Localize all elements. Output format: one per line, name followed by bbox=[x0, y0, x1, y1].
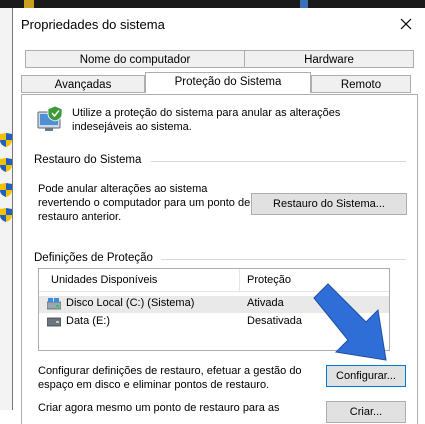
background-accent bbox=[300, 0, 308, 8]
background-taskbar-strip bbox=[0, 0, 425, 8]
section-divider bbox=[151, 161, 406, 162]
tab-label: Avançadas bbox=[54, 79, 112, 91]
tab-label: Hardware bbox=[304, 54, 354, 66]
tab-label: Remoto bbox=[340, 79, 382, 91]
tab-hardware[interactable]: Hardware bbox=[244, 50, 414, 68]
drive-name: Disco Local (C:) (Sistema) bbox=[66, 297, 195, 309]
window-title: Propriedades do sistema bbox=[21, 17, 165, 32]
tab-system-protection[interactable]: Proteção do Sistema bbox=[145, 72, 311, 93]
configure-text-line1: Configurar definições de restauro, efetu… bbox=[38, 365, 302, 377]
background-accent bbox=[24, 0, 34, 8]
tab-remote[interactable]: Remoto bbox=[311, 75, 411, 93]
configure-text-line2: espaço em disco e eliminar pontos de res… bbox=[38, 379, 270, 391]
uac-shield-icon bbox=[0, 183, 12, 197]
column-header-protection[interactable]: Proteção bbox=[247, 274, 291, 286]
blue-arrow-icon bbox=[313, 283, 387, 361]
system-drive-icon bbox=[47, 298, 61, 310]
protection-section-title: Definições de Proteção bbox=[34, 252, 153, 264]
system-protection-icon bbox=[37, 105, 63, 131]
restore-text-line3: restauro anterior. bbox=[38, 211, 122, 223]
tab-advanced[interactable]: Avançadas bbox=[21, 75, 145, 93]
create-button[interactable]: Criar... bbox=[326, 401, 406, 423]
create-text-line1: Criar agora mesmo um ponto de restauro p… bbox=[38, 402, 280, 414]
system-restore-button[interactable]: Restauro do Sistema... bbox=[251, 193, 407, 215]
close-icon[interactable] bbox=[396, 14, 416, 34]
uac-shield-icon bbox=[0, 158, 12, 172]
title-bar: Propriedades do sistema bbox=[13, 8, 425, 40]
section-divider bbox=[161, 259, 406, 260]
drive-protection-status: Desativada bbox=[247, 315, 303, 327]
column-divider bbox=[239, 269, 240, 291]
tab-label: Nome do computador bbox=[79, 54, 191, 66]
data-drive-icon bbox=[47, 317, 61, 327]
tab-label: Proteção do Sistema bbox=[174, 76, 282, 88]
system-properties-dialog: Propriedades do sistema Nome do computad… bbox=[12, 8, 425, 424]
restore-section-title: Restauro do Sistema bbox=[34, 154, 142, 166]
intro-text-line2: indesejáveis ao sistema. bbox=[72, 121, 192, 133]
intro-text-line1: Utilize a proteção do sistema para anula… bbox=[72, 107, 341, 119]
uac-shield-icon bbox=[0, 208, 12, 222]
restore-text-line2: revertendo o computador para um ponto de bbox=[38, 197, 251, 209]
configure-button[interactable]: Configurar... bbox=[326, 365, 406, 387]
column-header-drives[interactable]: Unidades Disponíveis bbox=[51, 274, 157, 286]
restore-text-line1: Pode anular alterações ao sistema bbox=[38, 183, 208, 195]
drive-protection-status: Ativada bbox=[247, 297, 284, 309]
tab-computer-name[interactable]: Nome do computador bbox=[25, 50, 245, 68]
drive-name: Data (E:) bbox=[66, 315, 111, 327]
uac-shield-icon bbox=[0, 133, 12, 147]
